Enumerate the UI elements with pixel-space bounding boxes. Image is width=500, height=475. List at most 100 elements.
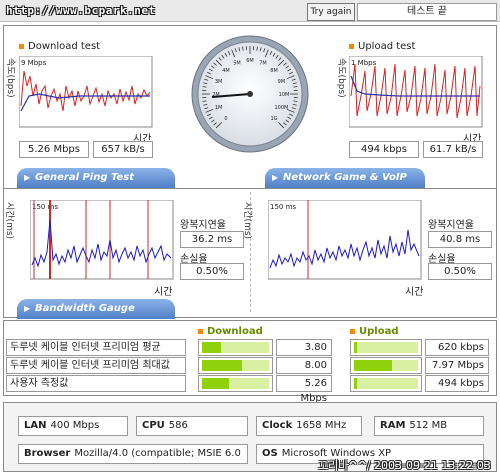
lan-value: 400 Mbps <box>50 420 100 431</box>
gauge-tick-label: 100M <box>274 105 288 111</box>
upload-chart: 1 Mbps <box>349 56 483 128</box>
download-bar <box>198 339 273 356</box>
gauge-tick-label: 4M <box>222 68 230 74</box>
download-kbs-value: 657 kB/s <box>93 141 153 158</box>
download-mbps-value: 5.26 Mbps <box>19 141 89 158</box>
bandwidth-upload-header: Upload <box>350 326 398 337</box>
os-label: OS <box>262 448 278 459</box>
gauge-tick-label: 6M <box>246 58 254 64</box>
ram-info: RAM 512 MB <box>374 416 484 436</box>
upload-bar-track <box>354 378 418 389</box>
arrow-right-icon: ▶ <box>272 173 279 182</box>
test-end-status: 테스트 끝 <box>357 3 497 21</box>
tab-network-game-voip-test[interactable]: ▶Network Game & VoIP Test <box>265 168 425 203</box>
upload-kbps-value: 494 kbps <box>349 141 419 158</box>
orange-square-icon <box>349 43 354 49</box>
gauge-tick-label: 5M <box>233 61 241 67</box>
ping-x-axis-label: 시간 <box>154 287 173 298</box>
try-again-button[interactable]: Try again <box>307 3 355 21</box>
upload-bar <box>350 339 422 356</box>
download-row-value: 8.00 Mbps <box>276 357 332 386</box>
download-y-axis-label: 속도(bps) <box>5 58 15 98</box>
bandwidth-row-label: 두루넷 케이블 인터넷 프리미엄 최대값 <box>6 357 186 374</box>
bandwidth-download-header: Download <box>198 326 263 337</box>
watermark: 꼬리바^^/ 2003-09-21 13:22:03 <box>318 459 491 472</box>
clock-label: Clock <box>262 420 293 431</box>
download-bar-fill <box>202 342 221 353</box>
orange-square-icon <box>350 328 355 334</box>
ping-scale-label: 150 ms <box>32 203 58 211</box>
download-bar-track <box>202 378 269 389</box>
upload-test-label: Upload test <box>358 41 416 52</box>
browser-info: Browser Mozilla/4.0 (compatible; MSIE 6.0 <box>18 444 248 464</box>
gauge-tick-label: 0 <box>224 116 227 122</box>
gauge-tick-label: 8M <box>270 68 278 74</box>
cpu-value: 586 <box>168 420 188 431</box>
clock-value: 1658 MHz <box>296 420 347 431</box>
upload-bar <box>350 375 422 392</box>
bandwidth-row-label: 사용자 측정값 <box>6 375 186 392</box>
game-y-axis-label: 시간(ms) <box>242 202 252 240</box>
arrow-right-icon: ▶ <box>24 173 31 182</box>
bandwidth-download-label: Download <box>207 326 263 337</box>
speed-gauge: 01M2M3M4M5M 6M 7M8M9M10M100M1G <box>191 35 309 153</box>
site-url: http://www.bcpark.net <box>6 4 156 17</box>
cpu-info: CPU 586 <box>136 416 248 436</box>
game-rtt-label: 왕복지연율 <box>428 220 474 231</box>
download-test-title: Download test <box>19 41 100 52</box>
upload-row-value: 620 kbps <box>425 339 489 356</box>
tab-bandwidth-gauge[interactable]: ▶ Bandwidth Gauge <box>17 299 175 319</box>
download-bar <box>198 375 273 392</box>
ram-value: 512 MB <box>409 420 448 431</box>
cpu-label: CPU <box>142 420 165 431</box>
lan-info: LAN 400 Mbps <box>18 416 128 436</box>
orange-square-icon <box>198 328 203 334</box>
ping-rtt-value: 36.2 ms <box>180 231 244 248</box>
browser-value: Mozilla/4.0 (compatible; MSIE 6.0 <box>74 448 241 459</box>
upload-bar-track <box>354 360 418 371</box>
tab-general-ping-test[interactable]: ▶ General Ping Test <box>17 168 175 188</box>
gauge-tick-label: 1G <box>271 116 278 122</box>
ping-rtt-label: 왕복지연율 <box>180 220 226 231</box>
download-bar-track <box>202 342 269 353</box>
gauge-tick-label: 3M <box>215 79 223 85</box>
download-bar-fill <box>202 378 229 389</box>
upload-row-value: 7.97 Mbps <box>425 357 489 374</box>
gauge-tick-label: 7M <box>259 61 267 67</box>
upload-bar-fill <box>354 342 358 353</box>
tab-general-ping-label: General Ping Test <box>35 172 135 183</box>
download-chart: 9 Mbps <box>19 56 153 128</box>
ping-loss-value: 0.50% <box>180 263 244 280</box>
download-test-label: Download test <box>28 41 101 52</box>
clock-info: Clock 1658 MHz <box>256 416 362 436</box>
ping-chart: 150 ms <box>30 200 174 280</box>
game-chart: 150 ms <box>268 200 422 280</box>
download-bar <box>198 357 273 374</box>
game-x-axis-label: 시간 <box>405 287 424 298</box>
browser-label: Browser <box>24 448 71 459</box>
game-rtt-value: 40.8 ms <box>428 231 492 248</box>
upload-row-value: 494 kbps <box>425 375 489 392</box>
gauge-tick-label: 10M <box>279 92 290 98</box>
ram-label: RAM <box>380 420 406 431</box>
bandwidth-upload-label: Upload <box>359 326 399 337</box>
download-row-value: 3.80 Mbps <box>276 339 332 368</box>
tab-bandwidth-label: Bandwidth Gauge <box>35 303 135 314</box>
gauge-tick-label: 9M <box>278 79 286 85</box>
download-bar-fill <box>202 360 243 371</box>
game-loss-value: 0.50% <box>428 263 492 280</box>
download-scale-label: 9 Mbps <box>21 59 47 67</box>
game-scale-label: 150 ms <box>270 203 296 211</box>
orange-square-icon <box>19 43 24 49</box>
gauge-tick-label: 1M <box>215 105 223 111</box>
upload-kbs-value: 61.7 kB/s <box>423 141 483 158</box>
lan-label: LAN <box>24 420 47 431</box>
upload-test-title: Upload test <box>349 41 415 52</box>
upload-bar-fill <box>354 378 357 389</box>
upload-bar <box>350 357 422 374</box>
upload-bar-track <box>354 342 418 353</box>
bandwidth-row-label: 두루넷 케이블 인터넷 프리미엄 평균 <box>6 339 186 356</box>
upload-bar-fill <box>354 360 393 371</box>
download-row-value: 5.26 Mbps <box>276 375 332 404</box>
upload-y-axis-label: 속도(bps) <box>336 58 346 98</box>
